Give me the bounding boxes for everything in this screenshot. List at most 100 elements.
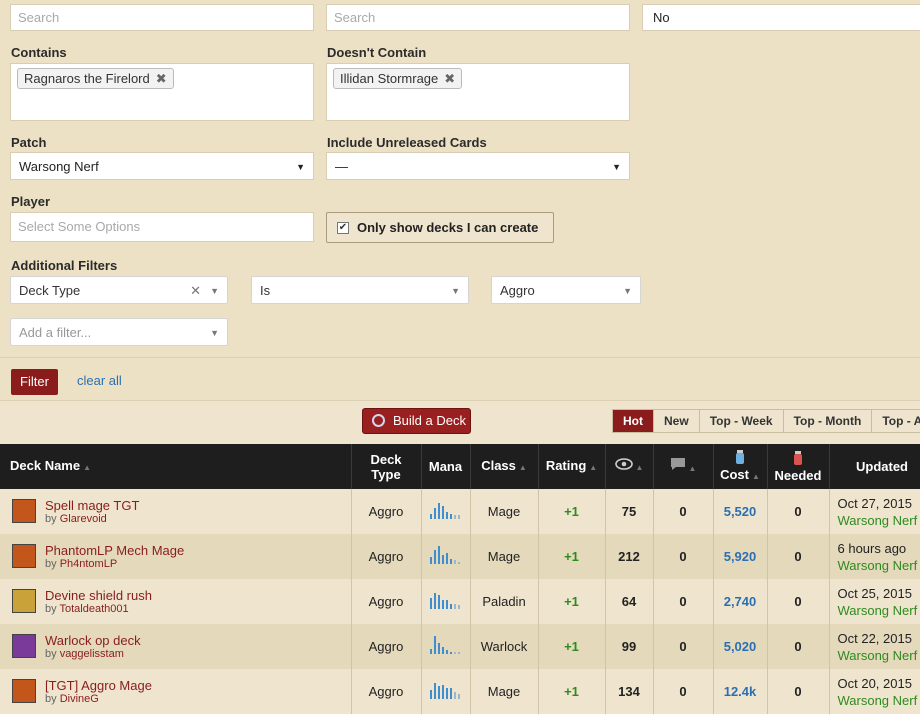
mana-curve-icon	[429, 546, 462, 564]
mana-bar	[433, 636, 436, 654]
chevron-down-icon: ▼	[210, 286, 219, 296]
col-mana: Mana	[421, 444, 471, 489]
clear-all-link[interactable]: clear all	[77, 373, 122, 388]
mana-bar	[457, 693, 460, 699]
remove-tag-icon[interactable]: ✖	[444, 71, 455, 86]
mana-bar	[449, 688, 452, 699]
deck-author: by Glarevoid	[45, 513, 351, 526]
sort-icon: ▲	[589, 463, 598, 472]
remove-tag-icon[interactable]: ✖	[156, 71, 167, 86]
col-cost[interactable]: Cost ▲	[713, 444, 768, 489]
col-views[interactable]: ▲	[605, 444, 654, 489]
table-row[interactable]: Spell mage TGT by Glarevoid Aggro Mage +1 75 0…	[0, 489, 920, 534]
comments-cell: 0	[653, 669, 714, 714]
col-rating[interactable]: Rating ▲	[538, 444, 606, 489]
author-link[interactable]: DivineG	[60, 693, 99, 705]
top-select[interactable]: No	[642, 4, 920, 31]
potion-icon	[794, 450, 802, 465]
filter-field-select[interactable]: Deck Type ✕ ▼	[10, 276, 228, 304]
mana-bar	[429, 648, 432, 654]
tab-top-all[interactable]: Top - All	[872, 410, 920, 432]
deck-cell[interactable]: Devine shield rush by Totaldeath001	[0, 579, 352, 624]
deck-type-cell: Aggro	[351, 579, 422, 624]
filter-field-value: Deck Type	[19, 283, 81, 298]
table-row[interactable]: PhantomLP Mech Mage by Ph4ntomLP Aggro Mage…	[0, 534, 920, 579]
author-link[interactable]: vaggelisstam	[60, 648, 124, 660]
rating-cell: +1	[538, 669, 606, 714]
mana-bar	[433, 549, 436, 564]
by-label: by	[45, 602, 60, 615]
search-input-1[interactable]: Search	[10, 4, 314, 31]
deck-name-link[interactable]: Spell mage TGT	[45, 498, 351, 513]
col-deck-type[interactable]: Deck Type	[351, 444, 422, 489]
filter-button[interactable]: Filter	[11, 369, 58, 395]
author-link[interactable]: Ph4ntomLP	[60, 558, 117, 570]
updated-date: Oct 22, 2015	[837, 630, 912, 646]
updated-date: 6 hours ago	[837, 540, 907, 556]
col-updated[interactable]: Updated	[829, 444, 920, 489]
deck-name-link[interactable]: Warlock op deck	[45, 633, 351, 648]
col-deck-type-line2: Type	[371, 466, 401, 482]
needed-cell: 0	[767, 579, 830, 624]
col-deck-name[interactable]: Deck Name ▲	[0, 444, 352, 489]
filter-value-select[interactable]: Aggro ▼	[491, 276, 641, 304]
col-comments[interactable]: ▲	[653, 444, 714, 489]
patch-name: Warsong Nerf	[837, 512, 918, 528]
deck-cell[interactable]: [TGT] Aggro Mage by DivineG	[0, 669, 352, 714]
patch-select[interactable]: Warsong Nerf ▼	[10, 152, 314, 180]
mana-bar	[445, 600, 448, 609]
col-needed[interactable]: Needed	[767, 444, 830, 489]
class-icon	[12, 544, 36, 568]
build-deck-button[interactable]: Build a Deck	[362, 408, 471, 434]
deck-cell[interactable]: PhantomLP Mech Mage by Ph4ntomLP	[0, 534, 352, 579]
mana-bar	[457, 562, 460, 564]
cost-cell: 5,920	[713, 534, 768, 579]
player-input[interactable]: Select Some Options	[10, 212, 314, 242]
contains-field[interactable]: Ragnaros the Firelord ✖	[10, 63, 314, 121]
tab-new[interactable]: New	[654, 410, 700, 432]
cost-cell: 5,520	[713, 489, 768, 534]
comments-cell: 0	[653, 489, 714, 534]
tab-hot[interactable]: Hot	[613, 410, 654, 432]
author-link[interactable]: Glarevoid	[60, 513, 107, 525]
deck-cell[interactable]: Warlock op deck by vaggelisstam	[0, 624, 352, 669]
by-label: by	[45, 647, 60, 660]
deck-name-link[interactable]: [TGT] Aggro Mage	[45, 678, 351, 693]
updated-cell: Oct 25, 2015 Warsong Nerf	[829, 579, 920, 624]
mana-bar	[449, 558, 452, 564]
col-class[interactable]: Class ▲	[470, 444, 539, 489]
search-input-2[interactable]: Search	[326, 4, 630, 31]
mana-bar	[437, 686, 440, 699]
doesnt-contain-field[interactable]: Illidan Stormrage ✖	[326, 63, 630, 121]
table-row[interactable]: Devine shield rush by Totaldeath001 Aggro P…	[0, 579, 920, 624]
deck-name-link[interactable]: Devine shield rush	[45, 588, 351, 603]
deck-author: by DivineG	[45, 693, 351, 706]
class-cell: Paladin	[470, 579, 539, 624]
clear-icon[interactable]: ✕	[190, 277, 201, 305]
mana-bar	[441, 506, 444, 519]
chevron-down-icon: ▼	[210, 328, 219, 338]
deck-cell[interactable]: Spell mage TGT by Glarevoid	[0, 489, 352, 534]
views-cell: 64	[605, 579, 654, 624]
deck-author: by Totaldeath001	[45, 603, 351, 616]
rating-cell: +1	[538, 534, 606, 579]
table-row[interactable]: Warlock op deck by vaggelisstam Aggro Warlo…	[0, 624, 920, 669]
filter-op-value: Is	[260, 283, 271, 298]
add-filter-select[interactable]: Add a filter... ▼	[10, 318, 228, 346]
views-cell: 75	[605, 489, 654, 534]
col-deck-type-line1: Deck	[370, 451, 402, 467]
tab-top-week[interactable]: Top - Week	[699, 410, 784, 432]
filter-op-select[interactable]: Is ▼	[251, 276, 469, 304]
unreleased-select[interactable]: — ▼	[326, 152, 630, 180]
player-label: Player	[11, 194, 51, 209]
deck-name-link[interactable]: PhantomLP Mech Mage	[45, 543, 351, 558]
checkbox-icon[interactable]: ✔	[337, 222, 349, 234]
mana-bar	[453, 603, 456, 609]
only-show-toggle[interactable]: ✔ Only show decks I can create	[326, 212, 554, 243]
table-row[interactable]: [TGT] Aggro Mage by DivineG Aggro Mage +1 134…	[0, 669, 920, 714]
author-link[interactable]: Totaldeath001	[59, 603, 128, 615]
contains-tag: Ragnaros the Firelord ✖	[17, 68, 174, 89]
tab-top-month[interactable]: Top - Month	[783, 410, 873, 432]
class-icon	[12, 499, 36, 523]
by-label: by	[45, 692, 60, 705]
